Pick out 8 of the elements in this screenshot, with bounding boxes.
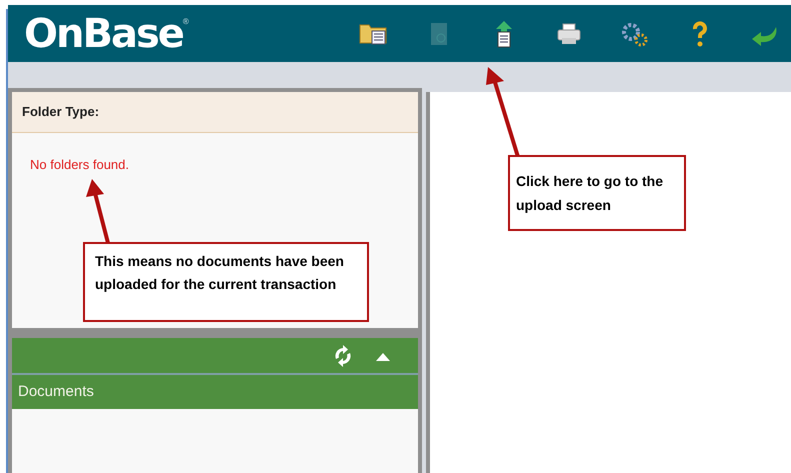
logo-text: OnBase [24,14,183,54]
panel-title: Folder Type: [22,103,100,122]
callout-box: This means no documents have been uploaded for the current transaction [83,242,369,322]
collapse-icon[interactable] [376,350,390,360]
documents-title: Documents [18,382,94,402]
callout-box: Click here to go to the upload screen [508,155,686,231]
empty-message: No folders found. [30,157,130,172]
registered-mark: ® [182,18,189,26]
